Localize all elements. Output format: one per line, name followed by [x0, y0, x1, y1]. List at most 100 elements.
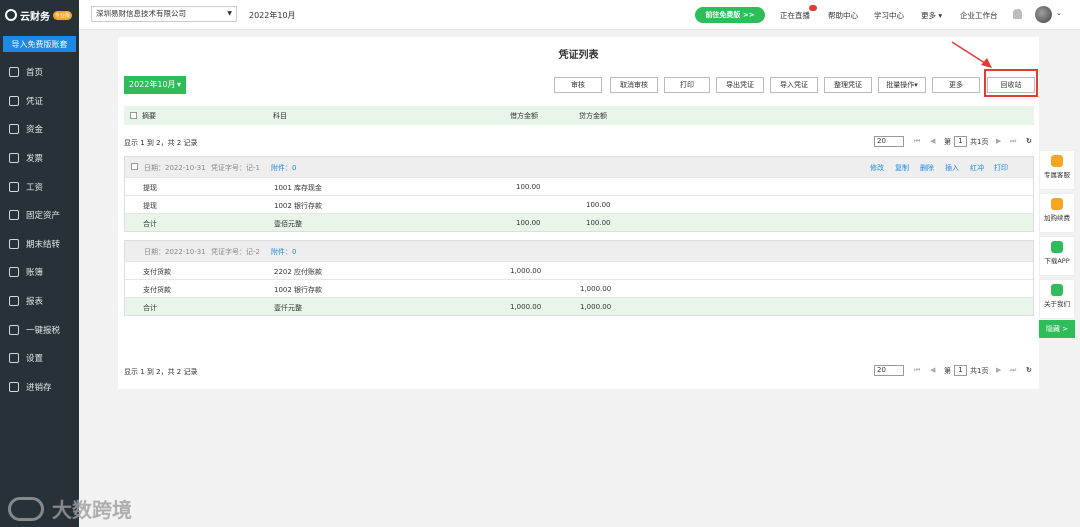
sidebar-item[interactable]: 账簿 — [0, 258, 79, 287]
table-row[interactable]: 提现 1002 银行存款 100.00 — [125, 195, 1033, 213]
sidebar-item[interactable]: 资金 — [0, 115, 79, 144]
prev-page-icon[interactable]: ◀ — [930, 137, 935, 145]
sidebar-item[interactable]: 固定资产 — [0, 201, 79, 230]
home-icon — [9, 67, 19, 78]
period-select-value: 2022年10月 — [129, 80, 176, 89]
insert-link[interactable]: 插入 — [945, 163, 959, 173]
voucher-date: 日期：2022-10-31 — [144, 248, 206, 256]
red-arrow-icon — [951, 41, 992, 68]
float-label: 关于我们 — [1044, 300, 1070, 308]
enterprise-workbench-link[interactable]: 企业工作台 — [960, 10, 998, 21]
table-row[interactable]: 提现 1001 库存现金 100.00 — [125, 177, 1033, 195]
more-menu[interactable]: 更多 ▾ — [921, 10, 942, 21]
logo[interactable]: 云财务 专业版 — [0, 0, 79, 30]
live-link[interactable]: 正在直播 — [780, 10, 810, 21]
cloud-logo-icon — [5, 9, 17, 21]
renew-button[interactable]: 加购续费 — [1039, 193, 1075, 233]
row-summary: 支付货款 — [143, 268, 171, 276]
sidebar-item[interactable]: 进销存 — [0, 373, 79, 402]
ledger-icon — [9, 267, 19, 278]
sidebar-item[interactable]: 设置 — [0, 344, 79, 373]
delete-link[interactable]: 删除 — [920, 163, 934, 173]
help-center-link[interactable]: 帮助中心 — [828, 10, 858, 21]
pager-bottom: 显示 1 到 2，共 2 记录 20 ⏮ ◀ 第 1 共1页 ▶ ⏭ ↻ — [124, 365, 1034, 379]
red-reverse-link[interactable]: 红冲 — [970, 163, 984, 173]
refresh-icon[interactable]: ↻ — [1026, 137, 1032, 145]
sidebar-item-label: 固定资产 — [26, 211, 61, 222]
table-row[interactable]: 支付货款 1002 银行存款 1,000.00 — [125, 279, 1033, 297]
last-page-icon[interactable]: ⏭ — [1010, 366, 1016, 375]
about-us-button[interactable]: 关于我们 — [1039, 279, 1075, 319]
print-button[interactable]: 打印 — [664, 77, 710, 93]
refresh-icon[interactable]: ↻ — [1026, 366, 1032, 374]
download-app-button[interactable]: 下载APP — [1039, 236, 1075, 276]
page-input[interactable]: 1 — [954, 365, 967, 376]
row-summary: 支付货款 — [143, 286, 171, 294]
sidebar-item[interactable]: 报表 — [0, 287, 79, 316]
page-input[interactable]: 1 — [954, 136, 967, 147]
hide-float-button[interactable]: 隐藏 > — [1039, 320, 1075, 338]
company-select[interactable]: 深圳易财信息技术有限公司 ▼ — [91, 6, 237, 22]
sidebar-item[interactable]: 工资 — [0, 172, 79, 201]
chevron-down-icon[interactable]: ⌄ — [1056, 9, 1062, 17]
row-summary: 合计 — [143, 220, 157, 228]
export-voucher-button[interactable]: 导出凭证 — [716, 77, 764, 93]
prev-page-icon[interactable]: ◀ — [930, 366, 935, 374]
row-debit: 1,000.00 — [510, 303, 542, 311]
edit-link[interactable]: 修改 — [870, 163, 884, 173]
row-subject: 壹仟元整 — [274, 304, 302, 312]
sidebar-item[interactable]: 期末结转 — [0, 230, 79, 259]
next-page-icon[interactable]: ▶ — [996, 366, 1001, 374]
avatar[interactable] — [1035, 6, 1052, 23]
print-link[interactable]: 打印 — [994, 163, 1008, 173]
row-debit: 100.00 — [516, 219, 541, 227]
first-page-icon[interactable]: ⏮ — [914, 137, 920, 146]
period-select[interactable]: 2022年10月 ▾ — [124, 76, 186, 94]
last-page-icon[interactable]: ⏭ — [1010, 137, 1016, 146]
cancel-audit-button[interactable]: 取消审核 — [610, 77, 658, 93]
organize-voucher-button[interactable]: 整理凭证 — [824, 77, 872, 93]
attachment-link[interactable]: 附件：0 — [271, 163, 296, 173]
voucher-checkbox[interactable] — [131, 163, 138, 170]
table-header: 摘要 科目 借方金额 贷方金额 — [124, 106, 1034, 125]
live-badge-icon — [809, 5, 817, 11]
period-end-icon — [9, 238, 19, 249]
sidebar-item[interactable]: 一键报税 — [0, 315, 79, 344]
import-free-ledger-button[interactable]: 导入免费版账套 — [3, 36, 76, 52]
copy-link[interactable]: 复制 — [895, 163, 909, 173]
total-row[interactable]: 合计 壹仟元整 1,000.00 1,000.00 — [125, 297, 1033, 315]
sidebar-item-label: 资金 — [26, 125, 44, 136]
page-size-select[interactable]: 20 — [874, 136, 904, 147]
voucher-number: 凭证字号：记-1 — [211, 164, 260, 172]
audit-button[interactable]: 审核 — [554, 77, 602, 93]
page-label: 第 — [944, 138, 951, 146]
page-label: 第 — [944, 367, 951, 375]
first-page-icon[interactable]: ⏮ — [914, 366, 920, 375]
funds-icon — [9, 124, 19, 135]
learning-center-link[interactable]: 学习中心 — [874, 10, 904, 21]
inventory-icon — [9, 381, 19, 392]
bell-icon[interactable] — [1013, 9, 1022, 19]
more-button[interactable]: 更多 — [932, 77, 980, 93]
sidebar-item[interactable]: 发票 — [0, 144, 79, 173]
select-all-checkbox[interactable] — [130, 112, 137, 119]
table-row[interactable]: 支付货款 2202 应付账款 1,000.00 — [125, 261, 1033, 279]
batch-operation-button[interactable]: 批量操作▾ — [878, 77, 926, 93]
voucher-header: 日期：2022-10-31 凭证字号：记-1 附件：0 修改 复制 删除 插入 红冲 打印 — [125, 157, 1033, 177]
attachment-link[interactable]: 附件：0 — [271, 247, 296, 257]
voucher-block-2: 日期：2022-10-31 凭证字号：记-2 附件：0 支付货款 2202 应付账款 1,… — [124, 240, 1034, 316]
import-voucher-button[interactable]: 导入凭证 — [770, 77, 818, 93]
sidebar-item[interactable]: 首页 — [0, 58, 79, 87]
col-subject: 科目 — [273, 112, 287, 120]
sidebar-item-label: 期末结转 — [26, 239, 61, 250]
sidebar-item[interactable]: 凭证 — [0, 87, 79, 116]
sidebar-item-label: 发票 — [26, 154, 44, 165]
total-row[interactable]: 合计 壹佰元整 100.00 100.00 — [125, 213, 1033, 231]
exclusive-service-button[interactable]: 专属客服 — [1039, 150, 1075, 190]
sidebar-item-label: 凭证 — [26, 96, 44, 107]
total-pages: 共1页 — [970, 138, 989, 146]
go-free-version-button[interactable]: 前往免费版 >> — [695, 7, 765, 23]
pager-top: 显示 1 到 2，共 2 记录 20 ⏮ ◀ 第 1 共1页 ▶ ⏭ ↻ — [124, 136, 1034, 150]
next-page-icon[interactable]: ▶ — [996, 137, 1001, 145]
page-size-select[interactable]: 20 — [874, 365, 904, 376]
